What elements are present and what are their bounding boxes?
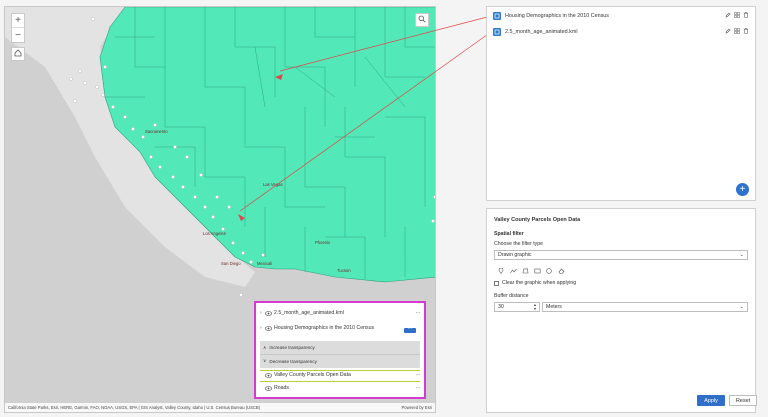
layers-panel: Housing Demographics in the 2010 Census … xyxy=(486,6,756,201)
divider xyxy=(260,370,420,371)
layer-list-widget: › 2.5_month_age_animated.kml ··· › Housi… xyxy=(254,301,426,399)
draw-tools xyxy=(497,267,565,275)
chevron-down-icon: ∨ xyxy=(263,358,267,363)
edit-icon[interactable] xyxy=(725,12,731,20)
filter-type-select[interactable]: Drawn graphic ⌄ xyxy=(494,250,748,260)
buffer-distance-value: 30 xyxy=(498,304,504,310)
add-layer-button[interactable]: + xyxy=(736,183,749,196)
checkbox[interactable] xyxy=(494,280,499,286)
buffer-controls: 30 ▴ ▾ Meters ⌄ xyxy=(494,302,748,312)
eye-icon[interactable] xyxy=(265,385,274,391)
filter-panel: Valley County Parcels Open Data Spatial … xyxy=(486,208,757,413)
layer-list-item[interactable]: Roads ··· xyxy=(260,385,421,391)
trash-icon[interactable] xyxy=(743,12,749,20)
increase-transparency-item[interactable]: ∧ Increase transparency xyxy=(260,341,420,354)
eye-icon[interactable] xyxy=(265,325,274,331)
buffer-distance-label: Buffer distance xyxy=(494,293,529,299)
stepper-icon[interactable]: ▴ ▾ xyxy=(534,303,536,311)
layer-type-icon xyxy=(493,28,501,36)
increase-transparency-label: Increase transparency xyxy=(269,345,315,350)
buffer-unit-select[interactable]: Meters ⌄ xyxy=(542,302,748,312)
polyline-tool-icon[interactable] xyxy=(509,267,517,275)
layer-item[interactable]: Housing Demographics in the 2010 Census xyxy=(493,12,749,20)
chevron-down-icon: ⌄ xyxy=(739,304,744,310)
filter-type-label: Choose the filter type xyxy=(494,241,544,247)
divider xyxy=(260,381,420,382)
rectangle-tool-icon[interactable] xyxy=(533,267,541,275)
filter-panel-title: Valley County Parcels Open Data xyxy=(494,217,581,223)
grid-icon[interactable] xyxy=(734,12,740,20)
layer-actions xyxy=(725,12,749,20)
transparency-menu: ∧ Increase transparency ∨ Decrease trans… xyxy=(260,341,420,368)
layer-title: 2.5_month_age_animated.kml xyxy=(505,29,578,35)
clear-graphic-label: Clear the graphic when applying xyxy=(502,280,577,286)
eye-icon[interactable] xyxy=(265,310,274,316)
trash-icon[interactable] xyxy=(743,28,749,36)
more-options-button[interactable]: ··· xyxy=(410,310,421,316)
layer-name: Housing Demographics in the 2010 Census xyxy=(274,325,375,331)
buffer-unit-value: Meters xyxy=(546,304,562,310)
eye-icon[interactable] xyxy=(265,372,274,378)
layer-name: Valley County Parcels Open Data xyxy=(274,372,351,378)
more-options-button-active[interactable]: ··· xyxy=(404,327,416,333)
layer-list-item[interactable]: Valley County Parcels Open Data ··· xyxy=(260,372,421,378)
circle-tool-icon[interactable] xyxy=(545,267,553,275)
layer-name: Roads xyxy=(274,385,289,391)
layer-type-icon xyxy=(493,12,501,20)
layer-item[interactable]: 2.5_month_age_animated.kml xyxy=(493,28,749,36)
point-tool-icon[interactable] xyxy=(497,267,505,275)
clear-graphic-checkbox[interactable]: Clear the graphic when applying xyxy=(494,280,576,286)
layer-list-item[interactable]: › Housing Demographics in the 2010 Censu… xyxy=(260,325,420,331)
eraser-tool-icon[interactable] xyxy=(557,267,565,275)
filter-type-value: Drawn graphic xyxy=(498,252,532,258)
buffer-distance-input[interactable]: 30 ▴ ▾ xyxy=(494,302,540,312)
more-options-button[interactable]: ··· xyxy=(410,372,421,378)
edit-icon[interactable] xyxy=(725,28,731,36)
more-options-button[interactable]: ··· xyxy=(410,385,421,391)
grid-icon[interactable] xyxy=(734,28,740,36)
layer-name: 2.5_month_age_animated.kml xyxy=(274,310,344,316)
chevron-down-icon: ⌄ xyxy=(739,252,744,258)
reset-button[interactable]: Reset xyxy=(729,395,757,406)
decrease-transparency-item[interactable]: ∨ Decrease transparency xyxy=(260,354,420,367)
polygon-tool-icon[interactable] xyxy=(521,267,529,275)
spatial-filter-heading: Spatial filter xyxy=(494,231,524,237)
decrease-transparency-label: Decrease transparency xyxy=(269,358,317,364)
apply-button[interactable]: Apply xyxy=(697,395,725,406)
layer-title: Housing Demographics in the 2010 Census xyxy=(505,13,609,19)
layer-list-item[interactable]: › 2.5_month_age_animated.kml ··· xyxy=(260,310,421,316)
layer-actions xyxy=(725,28,749,36)
chevron-up-icon: ∧ xyxy=(263,344,267,350)
